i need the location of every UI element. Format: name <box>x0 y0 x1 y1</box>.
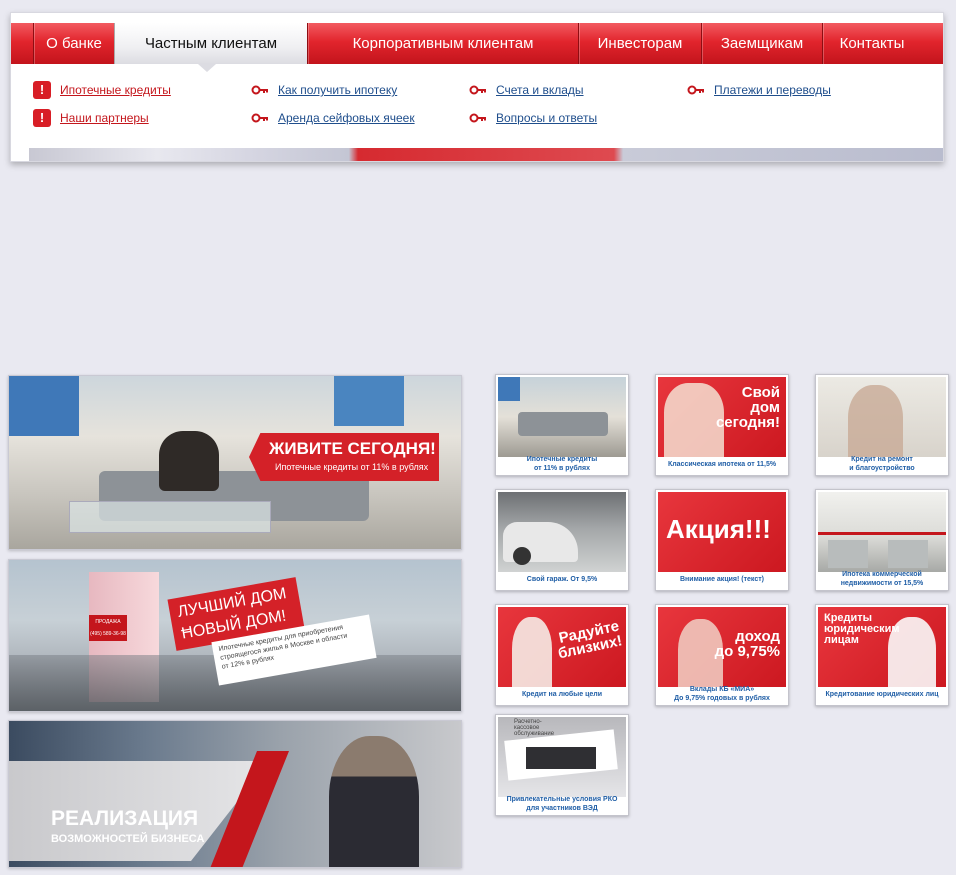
thumb-caption: Ипотека коммерческой недвижимости от 15,… <box>840 571 924 587</box>
key-icon <box>687 85 704 95</box>
thumb-overlay-text: доход до 9,75% <box>714 628 780 660</box>
nav-item-about[interactable]: О банке <box>33 23 114 64</box>
nav-item-investors[interactable]: Инвесторам <box>578 23 701 64</box>
thumb-image: доход до 9,75% <box>658 607 786 687</box>
thumb-image <box>498 492 626 572</box>
warning-icon: ! <box>33 81 51 99</box>
thumb-overlay-text: Радуйте близких! <box>556 617 624 663</box>
thumb-caption: Свой гараж. От 9,5% <box>526 575 598 583</box>
banner-subtitle: Ипотечные кредиты от 11% в рублях <box>275 462 429 472</box>
thumb-overlay-text: Расчетно- кассовое обслуживание <box>514 719 555 737</box>
thumb-image <box>498 377 626 457</box>
thumb-deposits[interactable]: доход до 9,75% Вклады КБ «МИА» До 9,75% … <box>655 604 789 706</box>
thumb-any-purpose-loan[interactable]: Радуйте близких! Кредит на любые цели <box>495 604 629 706</box>
thumb-caption: Кредитование юридических лиц <box>825 690 939 698</box>
thumb-garage[interactable]: Свой гараж. От 9,5% <box>495 489 629 591</box>
thumb-mortgage[interactable]: Ипотечные кредиты от 11% в рублях <box>495 374 629 476</box>
thumb-overlay-text: Свой дом сегодня! <box>715 384 780 431</box>
banner-title: ЖИВИТЕ СЕГОДНЯ! <box>269 439 436 458</box>
banner-ribbon: ЖИВИТЕ СЕГОДНЯ! Ипотечные кредиты от 11%… <box>249 433 439 481</box>
wall-painting <box>9 376 79 436</box>
thumb-caption: Привлекательные условия РКО для участник… <box>506 796 618 812</box>
key-icon <box>251 113 268 123</box>
submenu-item-mortgage: ! Ипотечные кредиты <box>33 81 171 99</box>
thumb-caption: Классическая ипотека от 11,5% <box>667 460 777 468</box>
submenu-item-payments: Платежи и переводы <box>687 81 831 99</box>
thumb-overlay-text: Акция!!! <box>666 514 771 544</box>
businessman-figure <box>329 736 419 867</box>
submenu-item-how-to-get-mortgage: Как получить ипотеку <box>251 81 397 99</box>
sale-sign-title: ПРОДАЖА <box>95 619 121 625</box>
thumb-overlay-text: Кредиты юридическим лицам <box>824 612 900 646</box>
thumb-corporate-loans[interactable]: Кредиты юридическим лицам Кредитование ю… <box>815 604 949 706</box>
thumb-image <box>818 492 946 572</box>
thumb-repair-loan[interactable]: Кредит на ремонт и благоустройство <box>815 374 949 476</box>
submenu-link-faq[interactable]: Вопросы и ответы <box>496 111 597 125</box>
banner-business[interactable]: РЕАЛИЗАЦИЯ ВОЗМОЖНОСТЕЙ БИЗНЕСА <box>8 720 462 868</box>
submenu-link-accounts[interactable]: Счета и вклады <box>496 83 584 97</box>
submenu-link-payments[interactable]: Платежи и переводы <box>714 83 831 97</box>
wall-painting <box>334 376 404 426</box>
banner-subtitle: ВОЗМОЖНОСТЕЙ БИЗНЕСА <box>51 833 205 845</box>
top-menu-panel: О банке Частным клиентам Корпоративным к… <box>10 12 944 162</box>
submenu-item-partners: ! Наши партнеры <box>33 109 149 127</box>
submenu-link-mortgage[interactable]: Ипотечные кредиты <box>60 83 171 97</box>
thumb-image: Кредиты юридическим лицам <box>818 607 946 687</box>
submenu-link-partners[interactable]: Наши партнеры <box>60 111 149 125</box>
thumb-promo[interactable]: Акция!!! Внимание акция! (текст) <box>655 489 789 591</box>
banner-preview-strip <box>29 148 943 161</box>
thumb-caption: Ипотечные кредиты от 11% в рублях <box>526 456 598 472</box>
thumb-caption: Кредит на любые цели <box>521 690 603 698</box>
thumb-classic-mortgage[interactable]: Свой дом сегодня! Классическая ипотека о… <box>655 374 789 476</box>
thumb-image: Расчетно- кассовое обслуживание <box>498 717 626 797</box>
thumb-caption: Внимание акция! (текст) <box>679 575 764 583</box>
submenu-link-safe-deposit[interactable]: Аренда сейфовых ячеек <box>278 111 415 125</box>
nav-item-private-clients[interactable]: Частным клиентам <box>114 23 307 64</box>
thumb-caption: Кредит на ремонт и благоустройство <box>849 456 915 472</box>
nav-item-contacts[interactable]: Контакты <box>822 23 921 64</box>
key-icon <box>469 113 486 123</box>
main-navbar: О банке Частным клиентам Корпоративным к… <box>11 23 943 64</box>
submenu-item-safe-deposit: Аренда сейфовых ячеек <box>251 109 415 127</box>
thumb-image: Радуйте близких! <box>498 607 626 687</box>
submenu-item-faq: Вопросы и ответы <box>469 109 597 127</box>
thumb-image: Свой дом сегодня! <box>658 377 786 457</box>
submenu-item-accounts: Счета и вклады <box>469 81 584 99</box>
nav-item-corporate-clients[interactable]: Корпоративным клиентам <box>307 23 578 64</box>
banner-title: РЕАЛИЗАЦИЯ <box>51 807 199 830</box>
couple-figure <box>159 431 219 491</box>
sale-sign-phone: (495) 589-36-98 <box>90 631 126 637</box>
key-icon <box>251 85 268 95</box>
key-icon <box>469 85 486 95</box>
nav-item-borrowers[interactable]: Заемщикам <box>701 23 822 64</box>
thumb-image: Акция!!! <box>658 492 786 572</box>
sale-sign: ПРОДАЖА (495) 589-36-98 <box>89 615 127 641</box>
submenu-link-how-to-get-mortgage[interactable]: Как получить ипотеку <box>278 83 397 97</box>
glass-table <box>69 501 271 533</box>
banner-live-today[interactable]: ЖИВИТЕ СЕГОДНЯ! Ипотечные кредиты от 11%… <box>8 375 462 550</box>
active-tab-caret <box>198 64 216 72</box>
banner-best-home[interactable]: ПРОДАЖА (495) 589-36-98 ЛУЧШИЙ ДОМ – НОВ… <box>8 559 462 712</box>
thumb-image <box>818 377 946 457</box>
thumb-caption: Вклады КБ «МИА» До 9,75% годовых в рубля… <box>674 686 770 702</box>
warning-icon: ! <box>33 109 51 127</box>
thumb-settlement-services[interactable]: Расчетно- кассовое обслуживание Привлека… <box>495 714 629 816</box>
thumb-commercial-mortgage[interactable]: Ипотека коммерческой недвижимости от 15,… <box>815 489 949 591</box>
